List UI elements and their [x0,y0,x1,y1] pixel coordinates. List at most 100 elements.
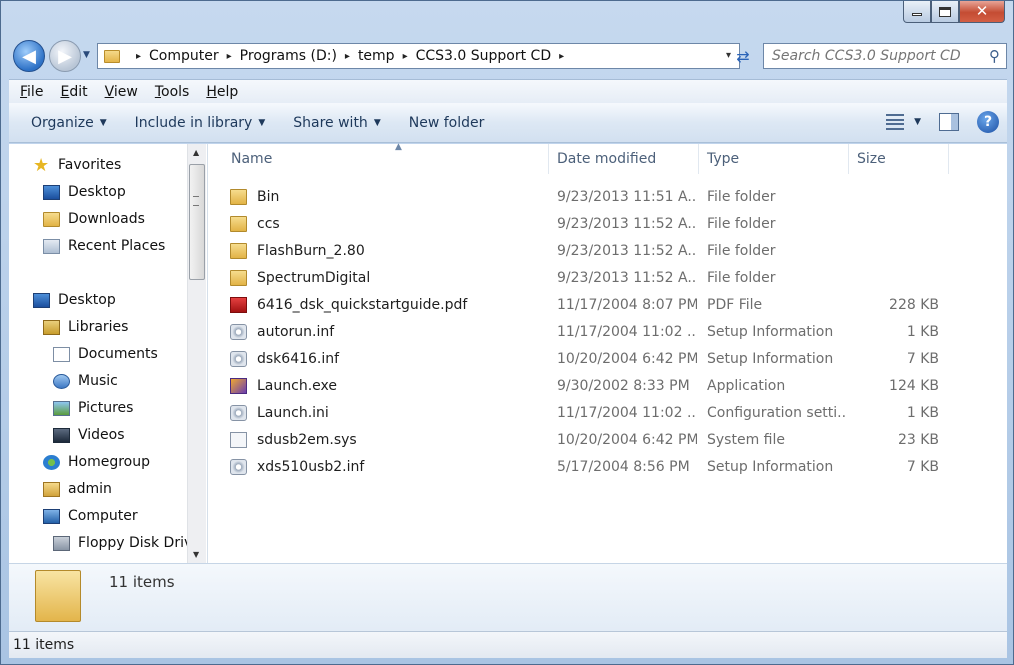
view-options-dropdown-icon[interactable]: ▼ [914,117,921,127]
nav-item-floppy-drive[interactable]: Floppy Disk Drive [53,531,201,555]
file-size: 228 KB [889,297,939,313]
nav-item-admin[interactable]: admin [43,477,112,501]
file-type: File folder [707,243,776,259]
file-name: Launch.exe [257,378,337,394]
breadcrumb-ccs-support-cd[interactable]: CCS3.0 Support CD [416,48,552,64]
config-settings-icon [230,405,247,421]
nav-item-pictures[interactable]: Pictures [53,396,133,420]
column-header-date-modified[interactable]: Date modified [549,144,699,174]
file-size: 7 KB [906,351,939,367]
chevron-right-icon[interactable]: ▸ [403,51,408,62]
nav-item-label: Libraries [68,319,129,335]
organize-button[interactable]: Organize ▼ [9,115,121,131]
menu-tools[interactable]: Tools [144,84,196,100]
column-header-size[interactable]: Size [849,144,949,174]
table-row[interactable]: SpectrumDigital 9/23/2013 11:52 A... File … [208,266,968,290]
folder-icon [104,49,120,63]
table-row[interactable]: Bin 9/23/2013 11:51 A... File folder [208,185,968,209]
nav-item-downloads[interactable]: Downloads [43,207,145,231]
share-with-button[interactable]: Share with ▼ [279,115,394,131]
menu-file[interactable]: File [9,84,49,100]
scrollbar-thumb[interactable] [189,164,205,280]
scroll-down-icon[interactable]: ▼ [193,550,199,559]
floppy-drive-icon [53,535,70,551]
table-row[interactable]: 6416_dsk_quickstartguide.pdf 11/17/2004 8… [208,293,968,317]
column-header-name[interactable]: Name ▲ [223,142,549,174]
nav-item-computer[interactable]: Computer [43,504,138,528]
nav-item-music[interactable]: Music [53,369,118,393]
table-row[interactable]: autorun.inf 11/17/2004 11:02 ... Setup Inf… [208,320,968,344]
nav-item-desktop-root[interactable]: Desktop [33,288,116,312]
menu-help[interactable]: Help [195,84,244,100]
breadcrumb-temp[interactable]: temp [358,48,395,64]
address-bar[interactable]: ▸ Computer ▸ Programs (D:) ▸ temp ▸ CCS3… [97,43,740,69]
forward-button[interactable]: ▶ [49,40,81,72]
chevron-right-icon[interactable]: ▸ [136,51,141,62]
file-name-cell: autorun.inf [230,320,545,344]
new-folder-button[interactable]: New folder [395,115,499,131]
table-row[interactable]: xds510usb2.inf 5/17/2004 8:56 PM Setup Inf… [208,455,968,479]
breadcrumb-programs-d[interactable]: Programs (D:) [240,48,337,64]
table-row[interactable]: FlashBurn_2.80 9/23/2013 11:52 A... File f… [208,239,968,263]
file-name: autorun.inf [257,324,335,340]
menu-view[interactable]: View [94,84,144,100]
user-folder-icon [43,481,60,497]
nav-item-videos[interactable]: Videos [53,423,125,447]
file-date-modified: 9/23/2013 11:51 A... [557,189,697,205]
nav-item-recent-places[interactable]: Recent Places [43,234,165,258]
navigation-pane-scrollbar[interactable]: ▲ ▼ [187,144,206,563]
file-size [857,266,939,290]
close-button[interactable]: ✕ [959,1,1005,23]
nav-item-documents[interactable]: Documents [53,342,158,366]
file-name: sdusb2em.sys [257,432,357,448]
star-icon: ★ [33,154,50,176]
preview-pane-icon[interactable] [939,113,959,131]
nav-item-label: Desktop [58,292,116,308]
scroll-up-icon[interactable]: ▲ [193,148,199,157]
table-row[interactable]: Launch.ini 11/17/2004 11:02 ... Configurat… [208,401,968,425]
file-date-modified: 10/20/2004 6:42 PM [557,432,697,448]
include-in-library-button[interactable]: Include in library ▼ [121,115,280,131]
refresh-button[interactable]: ⇄ [730,43,756,69]
change-view-icon[interactable] [886,114,906,130]
nav-item-homegroup[interactable]: Homegroup [43,450,150,474]
command-bar: Organize ▼ Include in library ▼ Share with… [9,103,1007,143]
libraries-icon [43,319,60,335]
search-icon[interactable]: ⚲ [989,47,1000,65]
folder-icon [230,189,247,205]
file-name-cell: xds510usb2.inf [230,455,545,479]
chevron-right-icon[interactable]: ▸ [227,51,232,62]
file-name-cell: ccs [230,212,545,236]
table-row[interactable]: dsk6416.inf 10/20/2004 6:42 PM Setup Infor… [208,347,968,371]
maximize-icon [939,6,951,17]
recent-pages-dropdown[interactable]: ▼ [83,50,90,60]
back-button[interactable]: ◀ [13,40,45,72]
table-row[interactable]: sdusb2em.sys 10/20/2004 6:42 PM System fil… [208,428,968,452]
nav-item-label: Documents [78,346,158,362]
nav-item-favorites[interactable]: ★ Favorites [33,153,121,177]
file-name: ccs [257,216,280,232]
folder-icon [230,270,247,286]
close-icon: ✕ [975,2,989,20]
chevron-right-icon[interactable]: ▸ [559,51,564,62]
nav-item-libraries[interactable]: Libraries [43,315,128,339]
recent-places-icon [43,238,60,254]
system-file-icon [230,432,247,448]
maximize-button[interactable] [931,1,959,23]
menu-edit[interactable]: Edit [49,84,93,100]
sort-ascending-icon: ▲ [395,142,402,152]
file-name: dsk6416.inf [257,351,340,367]
help-icon[interactable]: ? [977,111,999,133]
status-text: 11 items [13,637,75,653]
chevron-right-icon[interactable]: ▸ [345,51,350,62]
nav-item-desktop[interactable]: Desktop [43,180,126,204]
table-row[interactable]: ccs 9/23/2013 11:52 A... File folder [208,212,968,236]
search-input[interactable] [772,48,977,64]
setup-info-icon [230,324,247,340]
column-header-type[interactable]: Type [699,144,849,174]
column-header-name-label: Name [231,151,273,167]
breadcrumb-computer[interactable]: Computer [149,48,219,64]
minimize-button[interactable] [903,1,931,23]
file-name: xds510usb2.inf [257,459,365,475]
table-row[interactable]: Launch.exe 9/30/2002 8:33 PM Application 12… [208,374,968,398]
